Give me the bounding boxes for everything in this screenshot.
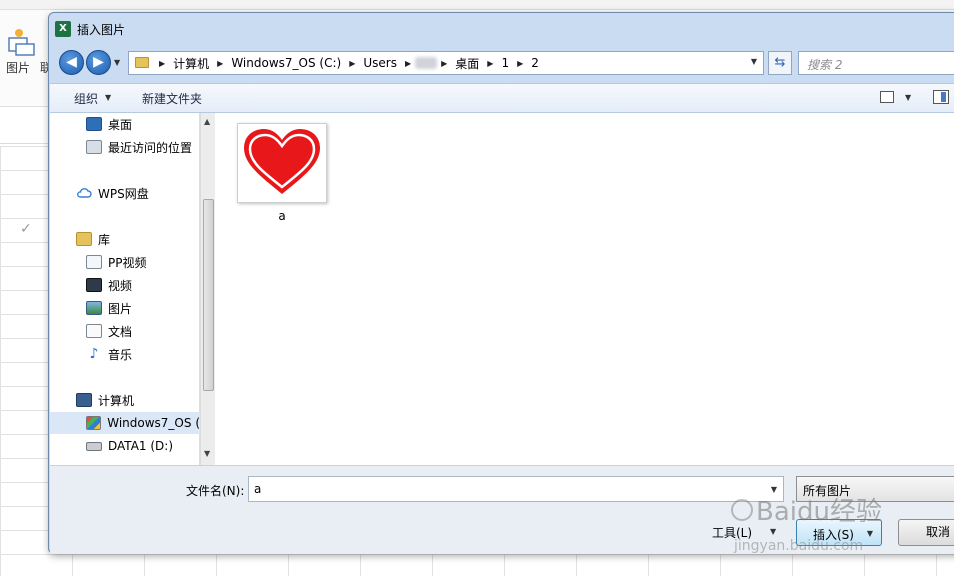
nav-item-data-drive[interactable]: DATA1 (D:) xyxy=(50,435,200,457)
nav-item-label: Windows7_OS ( xyxy=(107,416,200,430)
breadcrumb-separator-icon[interactable]: ▶ xyxy=(401,59,415,68)
back-button[interactable]: ◀ xyxy=(59,50,84,75)
filename-label: 文件名(N): xyxy=(186,484,245,498)
nav-item-videos[interactable]: 视频 xyxy=(50,274,200,296)
formula-bar: ✓ xyxy=(0,106,48,237)
baidu-jingyan-watermark: Baidu经验 jingyan.baidu.com xyxy=(731,497,882,554)
preview-pane-icon[interactable] xyxy=(933,90,949,104)
nav-item-computer[interactable]: 计算机 xyxy=(50,389,200,411)
dialog-title: 插入图片 xyxy=(77,23,126,37)
breadcrumb-redacted-user[interactable] xyxy=(415,57,438,69)
nav-item-label: 库 xyxy=(98,232,111,247)
breadcrumb-separator-icon[interactable]: ▶ xyxy=(437,59,451,68)
recent-locations-dropdown-icon[interactable]: ▼ xyxy=(114,58,120,67)
scroll-thumb[interactable] xyxy=(203,199,214,391)
folder-icon xyxy=(135,57,149,68)
library-icon xyxy=(76,232,92,246)
nav-item-recent-places[interactable]: 最近访问的位置 xyxy=(50,136,200,158)
new-folder-button[interactable]: 新建文件夹 xyxy=(142,90,202,107)
app-top-strip xyxy=(0,0,954,10)
insert-picture-dialog: X 插入图片 ◀ ▶ ▼ ▶ 计算机 ▶ Windows7_OS (C:) ▶ … xyxy=(48,12,954,554)
drive-icon xyxy=(86,441,102,451)
nav-item-label: 计算机 xyxy=(98,393,135,408)
system-drive-icon xyxy=(86,416,102,430)
music-icon: ♪ xyxy=(89,346,99,362)
search-input[interactable]: 搜索 2 xyxy=(798,51,954,75)
navpane-scrollbar[interactable]: ▲ ▼ xyxy=(200,113,215,465)
pictures-icon xyxy=(86,301,102,315)
scroll-up-icon[interactable]: ▲ xyxy=(204,117,210,126)
nav-item-documents[interactable]: 文档 xyxy=(50,320,200,342)
browser-body: 桌面 最近访问的位置 WPS网盘 库 PP视频 视频 图片 文档 ♪ 音乐 计算… xyxy=(50,113,954,465)
breadcrumb-separator-icon[interactable]: ▶ xyxy=(483,59,497,68)
nav-item-label: 桌面 xyxy=(108,117,133,132)
nav-item-pp-video[interactable]: PP视频 xyxy=(50,251,200,273)
nav-item-label: 视频 xyxy=(108,278,133,293)
breadcrumb: ▶ 计算机 ▶ Windows7_OS (C:) ▶ Users ▶ ▶ 桌面 … xyxy=(155,52,543,74)
nav-item-label: 音乐 xyxy=(108,347,133,362)
nav-item-label: PP视频 xyxy=(108,255,147,270)
address-bar[interactable]: ▶ 计算机 ▶ Windows7_OS (C:) ▶ Users ▶ ▶ 桌面 … xyxy=(128,51,764,75)
nav-item-music[interactable]: ♪ 音乐 xyxy=(50,343,200,365)
breadcrumb-users[interactable]: Users xyxy=(359,56,401,70)
forward-button[interactable]: ▶ xyxy=(86,50,111,75)
watermark-url: jingyan.baidu.com xyxy=(733,538,863,554)
recent-places-icon xyxy=(86,140,102,154)
documents-icon xyxy=(86,324,102,338)
nav-item-wps-cloud[interactable]: WPS网盘 xyxy=(50,182,200,204)
navigation-pane: 桌面 最近访问的位置 WPS网盘 库 PP视频 视频 图片 文档 ♪ 音乐 计算… xyxy=(50,113,200,465)
nav-item-label: 图片 xyxy=(108,301,133,316)
breadcrumb-computer[interactable]: 计算机 xyxy=(169,55,213,72)
heart-icon xyxy=(244,129,320,194)
navigation-row: ◀ ▶ ▼ ▶ 计算机 ▶ Windows7_OS (C:) ▶ Users ▶… xyxy=(49,47,954,77)
nav-item-pictures[interactable]: 图片 xyxy=(50,297,200,319)
nav-item-libraries[interactable]: 库 xyxy=(50,228,200,250)
file-item-thumbnail[interactable] xyxy=(237,123,327,203)
address-dropdown-icon[interactable]: ▼ xyxy=(751,57,757,66)
nav-item-label: DATA1 (D:) xyxy=(108,439,174,453)
filename-value[interactable]: a xyxy=(254,482,261,496)
file-list: a xyxy=(215,113,954,465)
breadcrumb-folder-2[interactable]: 2 xyxy=(527,56,543,70)
app-ribbon: 图片 联 xyxy=(0,10,52,105)
breadcrumb-separator-icon[interactable]: ▶ xyxy=(155,59,169,68)
refresh-button[interactable]: ⇆ xyxy=(768,51,792,75)
command-toolbar: 组织 ▼ 新建文件夹 ▼ xyxy=(50,83,954,113)
nav-item-label: WPS网盘 xyxy=(98,186,149,201)
video-file-icon xyxy=(86,255,102,269)
breadcrumb-separator-icon[interactable]: ▶ xyxy=(213,59,227,68)
nav-item-desktop[interactable]: 桌面 xyxy=(50,113,200,135)
insert-picture-icon[interactable] xyxy=(6,26,36,56)
breadcrumb-folder-1[interactable]: 1 xyxy=(497,56,513,70)
watermark-brand: Baidu经验 xyxy=(756,497,882,527)
filename-field[interactable]: a ▼ xyxy=(248,476,784,502)
film-icon xyxy=(86,278,102,292)
nav-item-label: 文档 xyxy=(108,324,133,339)
breadcrumb-separator-icon[interactable]: ▶ xyxy=(345,59,359,68)
excel-icon: X xyxy=(55,21,71,37)
computer-icon xyxy=(76,393,92,407)
file-item-name[interactable]: a xyxy=(237,209,327,223)
organize-button[interactable]: 组织 xyxy=(74,90,98,107)
organize-dropdown-icon[interactable]: ▼ xyxy=(105,93,111,102)
breadcrumb-drive[interactable]: Windows7_OS (C:) xyxy=(227,56,345,70)
desktop-icon xyxy=(86,117,102,131)
breadcrumb-separator-icon[interactable]: ▶ xyxy=(513,59,527,68)
dialog-titlebar[interactable]: X 插入图片 xyxy=(49,13,954,43)
cloud-icon xyxy=(77,188,92,198)
change-view-icon[interactable] xyxy=(880,91,894,103)
ribbon-picture-label[interactable]: 图片 xyxy=(6,59,30,76)
nav-item-label: 最近访问的位置 xyxy=(108,140,193,155)
breadcrumb-desktop[interactable]: 桌面 xyxy=(451,55,483,72)
view-dropdown-icon[interactable]: ▼ xyxy=(905,93,911,102)
search-placeholder: 搜索 2 xyxy=(807,58,843,72)
nav-item-system-drive[interactable]: Windows7_OS ( xyxy=(50,412,200,434)
scroll-down-icon[interactable]: ▼ xyxy=(204,449,210,458)
